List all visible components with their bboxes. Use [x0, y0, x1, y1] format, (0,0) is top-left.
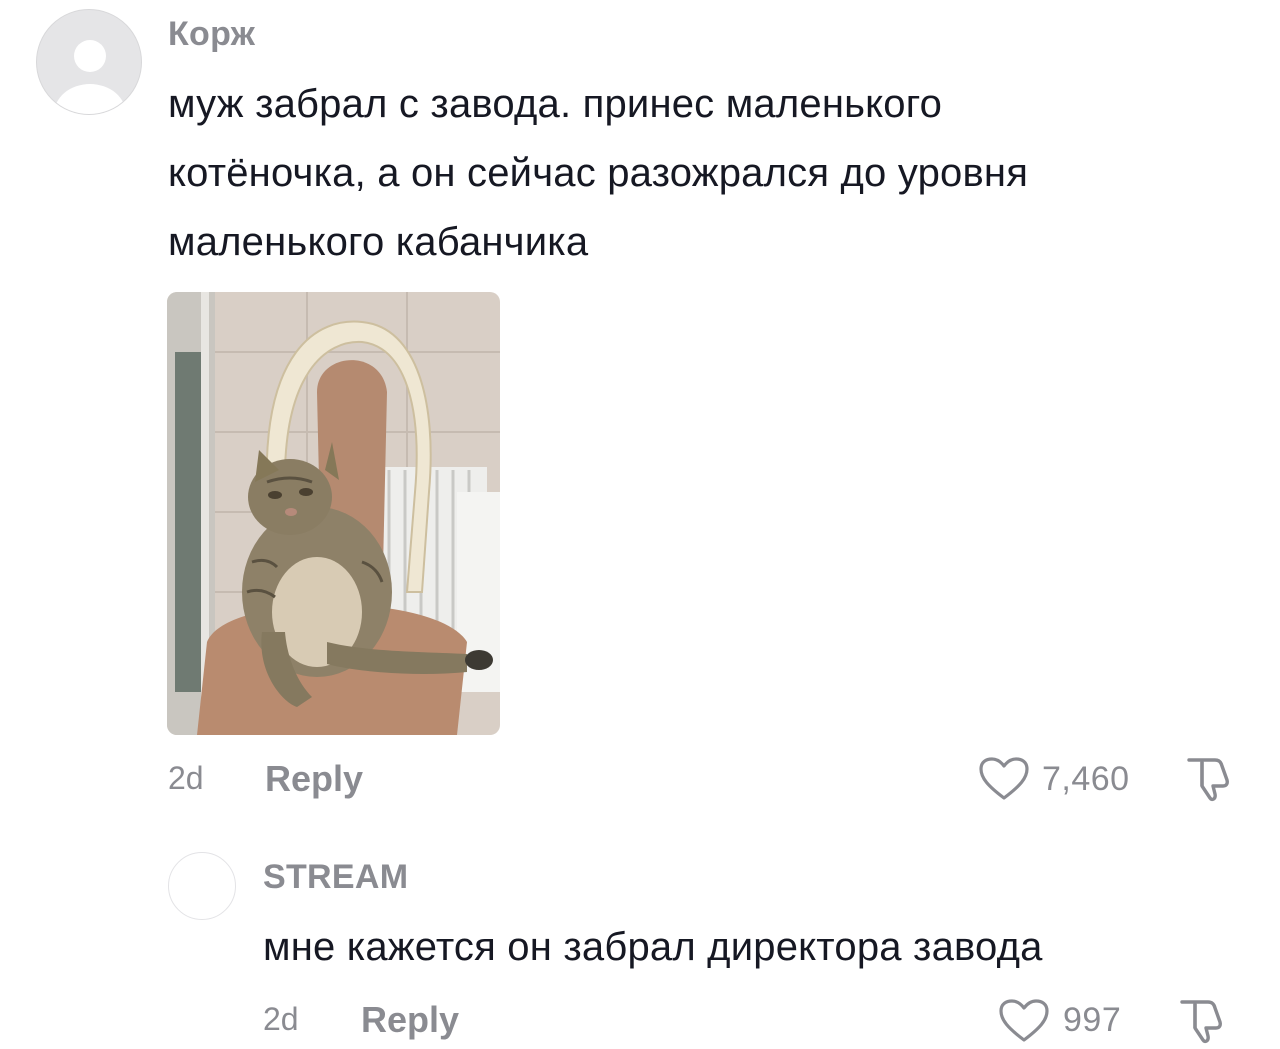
heart-outline-icon[interactable]: [998, 998, 1050, 1044]
comment-timestamp: 2d: [168, 760, 204, 796]
avatar-shoulders-shape: [54, 84, 126, 114]
user-avatar[interactable]: [36, 9, 142, 115]
comment-username[interactable]: Корж: [168, 15, 255, 54]
avatar-head-shape: [74, 40, 106, 72]
reply-text: мне кажется он забрал директора завода: [263, 925, 1043, 969]
reply-timestamp: 2d: [263, 1001, 299, 1037]
thumbs-down-icon[interactable]: [1176, 996, 1228, 1046]
reply-user-avatar[interactable]: [168, 852, 236, 920]
reply-reply-button[interactable]: Reply: [361, 999, 459, 1041]
reply-username[interactable]: STREAM: [263, 858, 408, 897]
reply-button[interactable]: Reply: [265, 758, 363, 800]
reply-like-count: 997: [1063, 1001, 1122, 1039]
thumbs-down-icon[interactable]: [1183, 754, 1235, 804]
like-count: 7,460: [1042, 760, 1130, 798]
comment-photo[interactable]: [167, 292, 500, 735]
heart-outline-icon[interactable]: [978, 756, 1030, 802]
comment-text: муж забрал с завода. принес маленького к…: [168, 82, 1029, 264]
cat-on-chair-image: [167, 292, 500, 735]
comments-section: Корж муж забрал с завода. принес маленьк…: [0, 0, 1280, 1049]
